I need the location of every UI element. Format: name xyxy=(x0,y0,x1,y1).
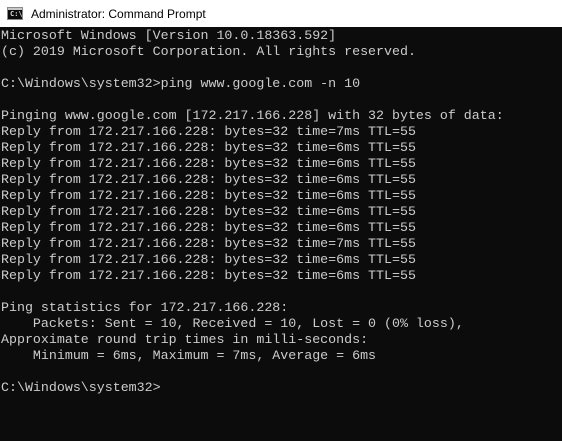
console-line: Approximate round trip times in milli-se… xyxy=(1,332,369,347)
console-line: Reply from 172.217.166.228: bytes=32 tim… xyxy=(1,156,416,171)
console-line: Reply from 172.217.166.228: bytes=32 tim… xyxy=(1,268,416,283)
console-line: Reply from 172.217.166.228: bytes=32 tim… xyxy=(1,236,416,251)
console-line: Reply from 172.217.166.228: bytes=32 tim… xyxy=(1,172,416,187)
console-line: Reply from 172.217.166.228: bytes=32 tim… xyxy=(1,252,416,267)
console-line: Reply from 172.217.166.228: bytes=32 tim… xyxy=(1,220,416,235)
command-prompt-icon-glyph: C:\ xyxy=(10,10,23,18)
console-prompt-line: C:\Windows\system32>ping www.google.com … xyxy=(1,76,361,91)
console-line: Reply from 172.217.166.228: bytes=32 tim… xyxy=(1,204,416,219)
console-line: Ping statistics for 172.217.166.228: xyxy=(1,300,289,315)
title-bar[interactable]: C:\ Administrator: Command Prompt xyxy=(0,0,562,27)
command-prompt-window: C:\ Administrator: Command Prompt Micros… xyxy=(0,0,562,441)
console-line: Microsoft Windows [Version 10.0.18363.59… xyxy=(1,28,337,43)
console-line: Minimum = 6ms, Maximum = 7ms, Average = … xyxy=(1,348,377,363)
command-prompt-icon: C:\ xyxy=(7,7,23,20)
console-line: Reply from 172.217.166.228: bytes=32 tim… xyxy=(1,140,416,155)
console-line: Reply from 172.217.166.228: bytes=32 tim… xyxy=(1,188,416,203)
console-prompt-line: C:\Windows\system32> xyxy=(1,380,161,395)
console-line: (c) 2019 Microsoft Corporation. All righ… xyxy=(1,44,416,59)
console-line: Packets: Sent = 10, Received = 10, Lost … xyxy=(1,316,464,331)
console-line: Reply from 172.217.166.228: bytes=32 tim… xyxy=(1,124,416,139)
console-output[interactable]: Microsoft Windows [Version 10.0.18363.59… xyxy=(1,28,562,441)
window-title: Administrator: Command Prompt xyxy=(31,6,206,21)
console-line: Pinging www.google.com [172.217.166.228]… xyxy=(1,108,504,123)
